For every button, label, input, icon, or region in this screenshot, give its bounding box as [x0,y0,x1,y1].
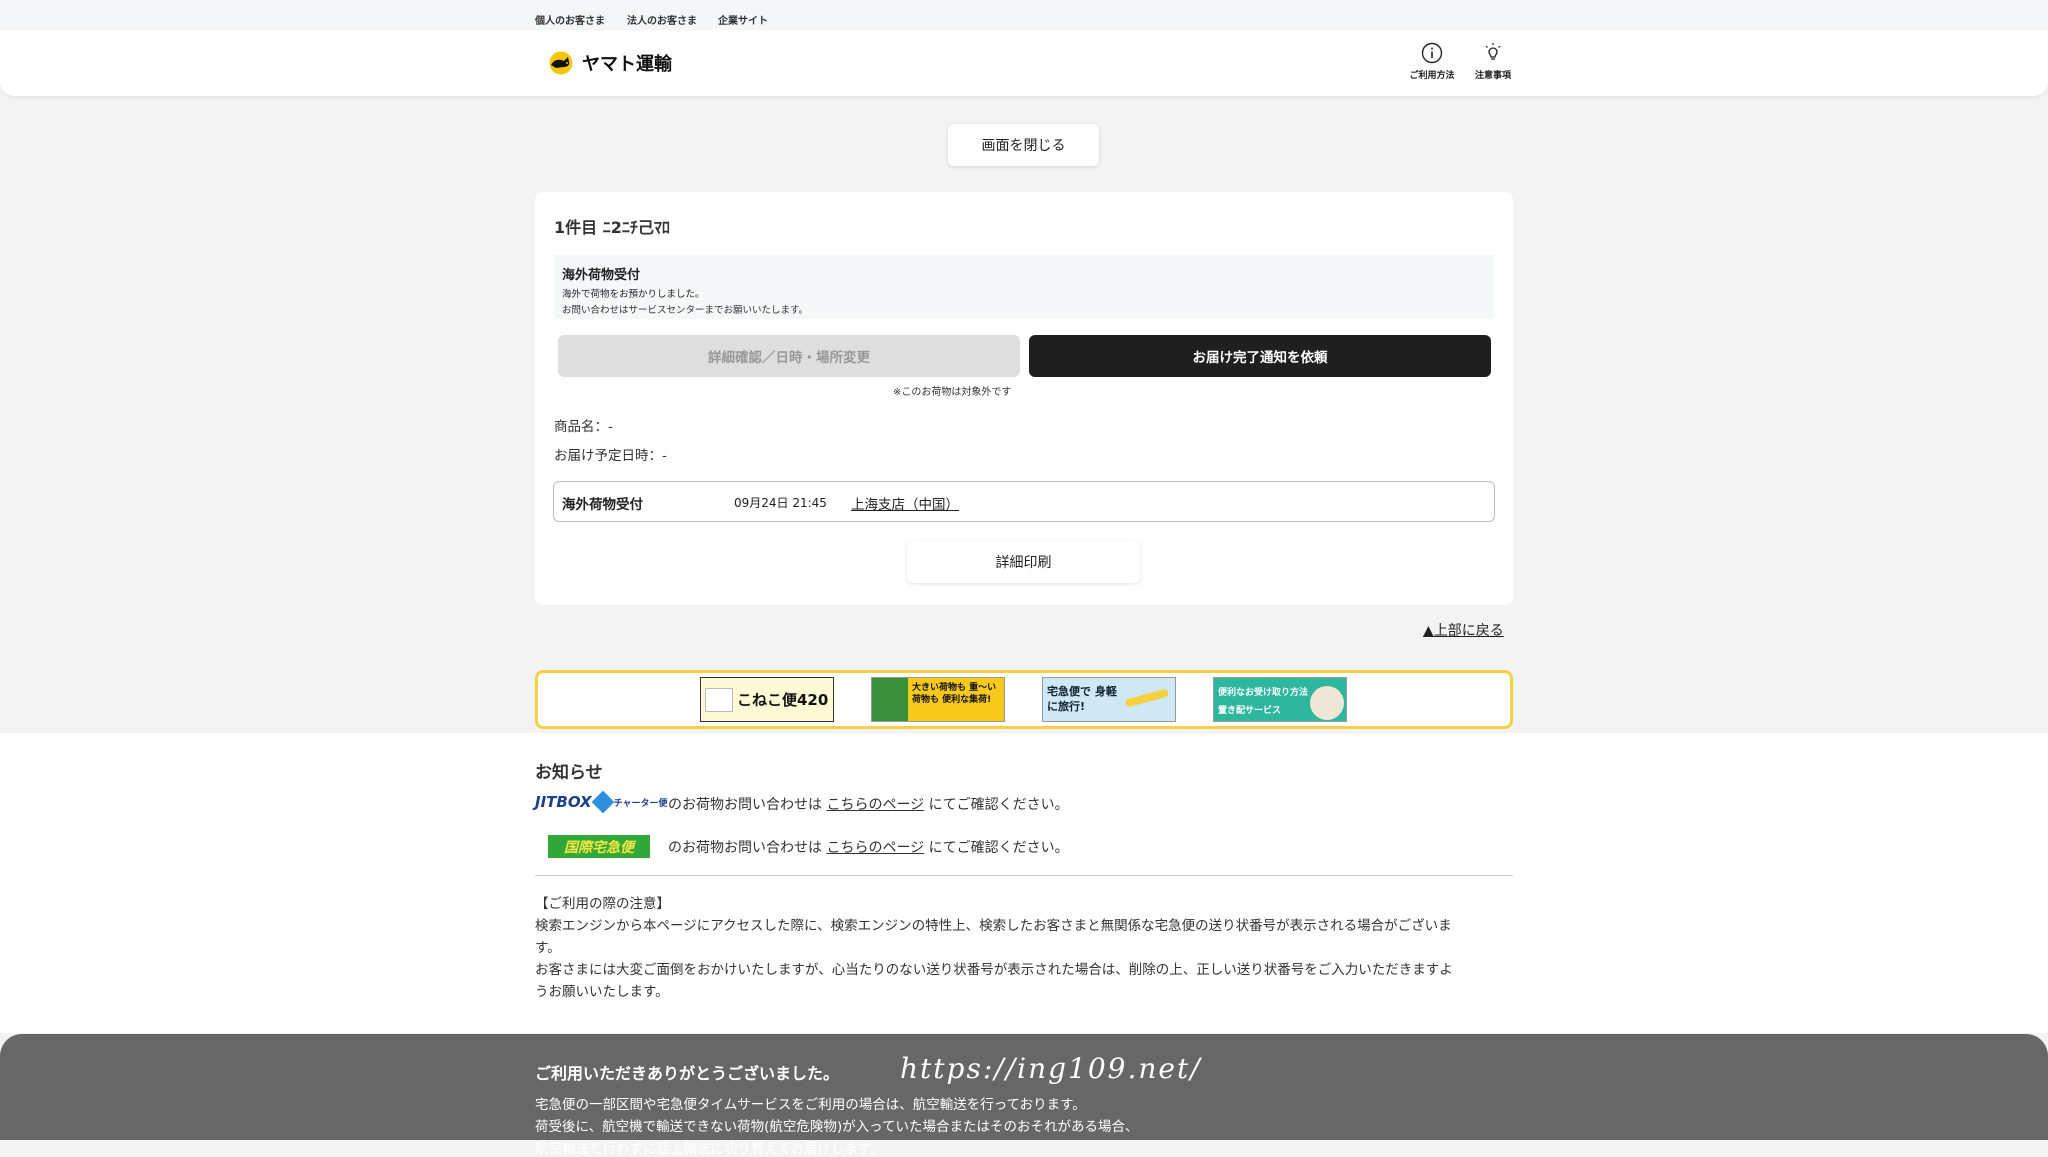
yamato-logo[interactable]: ヤマト運輸 [546,50,672,76]
not-applicable-note: ※このお荷物は対象外です [893,387,1012,398]
status-history-row: 海外荷物受付 09月24日 21:45 上海支店（中国） [553,481,1495,522]
status-location-link[interactable]: 上海支店（中国） [851,493,959,513]
status-datetime: 09月24日 21:45 [734,496,827,510]
nav-notes[interactable]: 注意事項 [1463,42,1523,81]
envelope-icon [705,688,733,712]
notice-line2: お問い合わせはサービスセンターまでお願いいたします。 [562,305,809,316]
jitbox-logo: JITBOX チャーター便 [535,790,668,814]
jitbox-page-link[interactable]: こちらのページ [826,797,924,813]
watermark: https://ing109.net/ [900,1052,1202,1085]
notice-title: 海外荷物受付 [562,268,641,283]
util-link-corporate[interactable]: 企業サイト [718,12,768,27]
nav-how-to-use-label: ご利用方法 [1409,71,1455,81]
result-title: 1件目 ﾆ2ﾆﾁ己ﾏﾛ [554,218,670,237]
kokusai-line-post: にてご確認ください。 [928,840,1069,856]
page-footer: ご利用いただきありがとうございました。 https://ing109.net/ … [0,1034,2048,1157]
status-notice: 海外荷物受付 海外で荷物をお預かりしました。 お問い合わせはサービスセンターまで… [554,255,1494,319]
request-delivery-notification-button[interactable]: お届け完了通知を依頼 [1029,335,1491,377]
detail-change-button[interactable]: 詳細確認／日時・場所変更 [558,335,1020,377]
news-title: お知らせ [535,763,603,783]
banner-koneko[interactable]: こねこ便420 [700,677,834,722]
notice-line1: 海外で荷物をお預かりしました。 [562,289,705,300]
tracking-result-card: 1件目 ﾆ2ﾆﾁ己ﾏﾛ 海外荷物受付 海外で荷物をお預かりしました。 お問い合わ… [535,192,1513,605]
close-screen-button[interactable]: 画面を閉じる [948,124,1099,166]
footer-title: ご利用いただきありがとうございました。 [535,1064,840,1083]
footer-line3: 航空輸送を行わずに陸上輸送に切り替えてお届けします。 [535,1141,884,1157]
banner-okihai-text: 便利なお受け取り方法 置き配サービス [1218,688,1309,716]
caution-heading: 【ご利用の際の注意】 [535,896,670,912]
product-name: 商品名：- [554,419,613,435]
jitbox-line-post: にてご確認ください。 [928,797,1069,813]
driver-illustration [872,678,908,721]
util-link-personal[interactable]: 個人のお客さま [535,12,605,27]
jitbox-news-line: のお荷物お問い合わせは こちらのページ にてご確認ください。 [668,794,1069,814]
black-cat-icon [549,51,573,75]
kokusai-news-line: のお荷物お問い合わせは こちらのページ にてご確認ください。 [668,837,1069,857]
airplane-icon [1124,688,1170,708]
utility-bar: 個人のお客さま 法人のお客さま 企業サイト [0,0,2048,30]
site-header: ヤマト運輸 ご利用方法 注意事項 [0,30,2048,96]
status-name: 海外荷物受付 [562,497,643,513]
banner-pickup-text: 大きい荷物も 重～い荷物も 便利な集荷! [912,683,997,705]
banner-travel-text: 宅急便で 身軽に旅行! [1047,685,1117,713]
banner-strip: こねこ便420 大きい荷物も 重～い荷物も 便利な集荷! 宅急便で 身軽に旅行!… [535,670,1513,729]
scheduled-delivery: お届け予定日時：- [554,448,667,464]
banner-pickup[interactable]: 大きい荷物も 重～い荷物も 便利な集荷! [871,677,1005,722]
footer-line1: 宅急便の一部区間や宅急便タイムサービスをご利用の場合は、航空輸送を行っております… [535,1097,1086,1113]
package-icon [1310,686,1344,720]
caution-p2a: お客さまには大変ご面倒をおかけいたしますが、心当たりのない送り状番号が表示された… [535,962,1453,978]
print-detail-button[interactable]: 詳細印刷 [907,541,1140,583]
jitbox-sub-text: チャーター便 [613,798,668,809]
caution-p2b: うお願いいたします。 [535,984,669,1000]
nav-how-to-use[interactable]: ご利用方法 [1402,42,1462,81]
banner-okihai[interactable]: 便利なお受け取り方法 置き配サービス [1213,677,1347,722]
info-icon [1421,42,1443,64]
jitbox-line-pre: のお荷物お問い合わせは [668,797,822,813]
caution-p1b: す。 [535,940,561,956]
jitbox-logo-text: JITBOX [535,793,592,811]
section-divider [535,875,1513,876]
kokusai-line-pre: のお荷物お問い合わせは [668,840,822,856]
kokusai-page-link[interactable]: こちらのページ [826,840,924,856]
logo-text: ヤマト運輸 [582,54,672,75]
lightbulb-icon [1485,43,1501,60]
cube-icon [591,790,614,814]
banner-travel[interactable]: 宅急便で 身軽に旅行! [1042,677,1176,722]
kokusai-takkyubin-logo: 国際宅急便 [548,835,650,858]
banner-koneko-text: こねこ便420 [737,691,829,709]
nav-notes-label: 注意事項 [1474,71,1511,81]
caution-p1a: 検索エンジンから本ページにアクセスした際に、検索エンジンの特性上、検索したお客さ… [535,918,1452,934]
util-link-business[interactable]: 法人のお客さま [627,12,697,27]
back-to-top-link[interactable]: ▲上部に戻る [1423,620,1504,640]
footer-line2: 荷受後に、航空機で輸送できない荷物(航空危険物)が入っていた場合またはそのおそれ… [535,1119,1139,1135]
